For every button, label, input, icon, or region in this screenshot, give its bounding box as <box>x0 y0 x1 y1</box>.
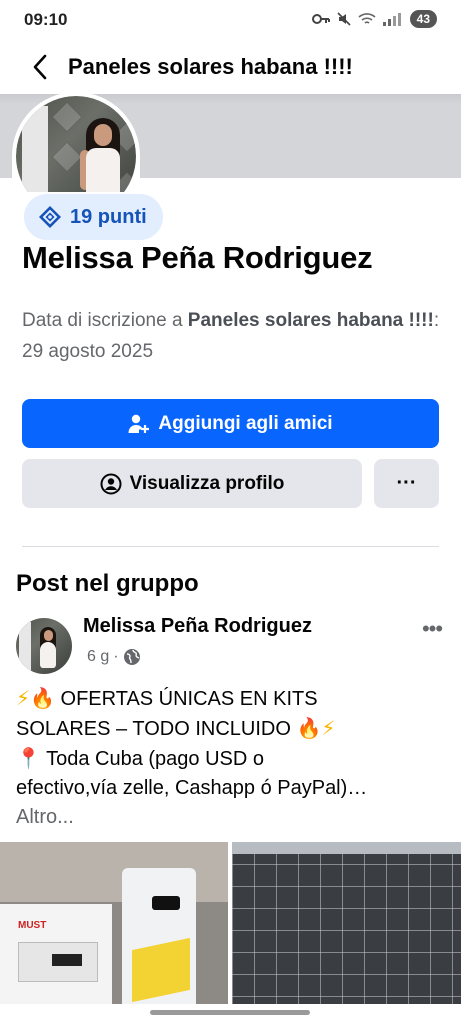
join-prefix: Data di iscrizione a <box>22 310 188 331</box>
lightning-emoji-icon: ⚡ <box>16 686 31 710</box>
profile-avatar-image <box>16 96 136 192</box>
post-author-avatar[interactable] <box>16 618 72 674</box>
key-icon <box>311 14 330 24</box>
join-info: Data di iscrizione a Paneles solares hab… <box>22 305 442 367</box>
group-name-link[interactable]: Paneles solares habana !!!! <box>188 310 434 331</box>
pin-emoji-icon: 📍 <box>16 746 41 770</box>
post-image-inverter[interactable]: MUST <box>0 842 228 1004</box>
post-image-solar-panel[interactable] <box>232 842 461 1004</box>
post-text: ⚡🔥 OFERTAS ÚNICAS EN KITS SOLARES – TODO… <box>16 684 446 832</box>
post-menu-button[interactable]: ••• <box>412 614 452 644</box>
post-line-1: ⚡🔥 OFERTAS ÚNICAS EN KITS <box>16 686 318 710</box>
points-badge[interactable]: 19 punti <box>24 194 163 240</box>
see-more-link[interactable]: Altro... <box>16 803 446 832</box>
more-options-icon: ··· <box>396 472 417 494</box>
post-time[interactable]: 6 g <box>87 648 109 666</box>
page-title: Paneles solares habana !!!! <box>68 54 353 79</box>
status-icons: 43 <box>311 10 437 28</box>
view-profile-button[interactable]: Visualizza profilo <box>22 459 362 508</box>
user-circle-icon <box>100 473 122 494</box>
status-bar: 09:10 43 <box>0 0 461 40</box>
wifi-icon <box>358 13 376 24</box>
home-indicator[interactable] <box>150 1010 310 1015</box>
back-button[interactable] <box>16 43 64 91</box>
points-label: 19 punti <box>70 205 147 228</box>
back-arrow-icon <box>33 54 47 80</box>
view-profile-label: Visualizza profilo <box>129 472 285 494</box>
meta-separator: · <box>113 648 119 665</box>
post-line-2: SOLARES – TODO INCLUIDO 🔥⚡ <box>16 716 336 740</box>
post-line-3: 📍 Toda Cuba (pago USD o <box>16 746 265 770</box>
fire-emoji-icon: 🔥 <box>296 716 322 740</box>
lightning-emoji-icon: ⚡ <box>321 716 336 740</box>
brand-label: MUST <box>18 920 47 931</box>
inverter-unit <box>122 868 196 1004</box>
signal-icon <box>382 13 401 26</box>
post-meta: 6 g · <box>87 648 141 666</box>
post-line-4: efectivo,vía zelle, Cashapp ó PayPal)… <box>16 777 368 799</box>
add-friend-icon <box>128 414 150 433</box>
mute-icon <box>337 12 351 26</box>
profile-name: Melissa Peña Rodriguez <box>22 240 373 275</box>
posts-section-title: Post nel gruppo <box>16 570 199 597</box>
post-author-name[interactable]: Melissa Peña Rodriguez <box>83 615 312 638</box>
fire-emoji-icon: 🔥 <box>30 686 55 710</box>
status-time: 09:10 <box>24 10 68 29</box>
add-friend-button[interactable]: Aggiungi agli amici <box>22 399 439 448</box>
section-divider <box>22 546 439 547</box>
points-diamond-icon <box>39 206 61 228</box>
globe-icon <box>123 649 140 665</box>
top-header: Paneles solares habana !!!! <box>0 42 461 92</box>
battery-indicator: 43 <box>409 10 437 28</box>
add-friend-label: Aggiungi agli amici <box>158 412 333 434</box>
more-options-button[interactable]: ··· <box>374 459 439 508</box>
